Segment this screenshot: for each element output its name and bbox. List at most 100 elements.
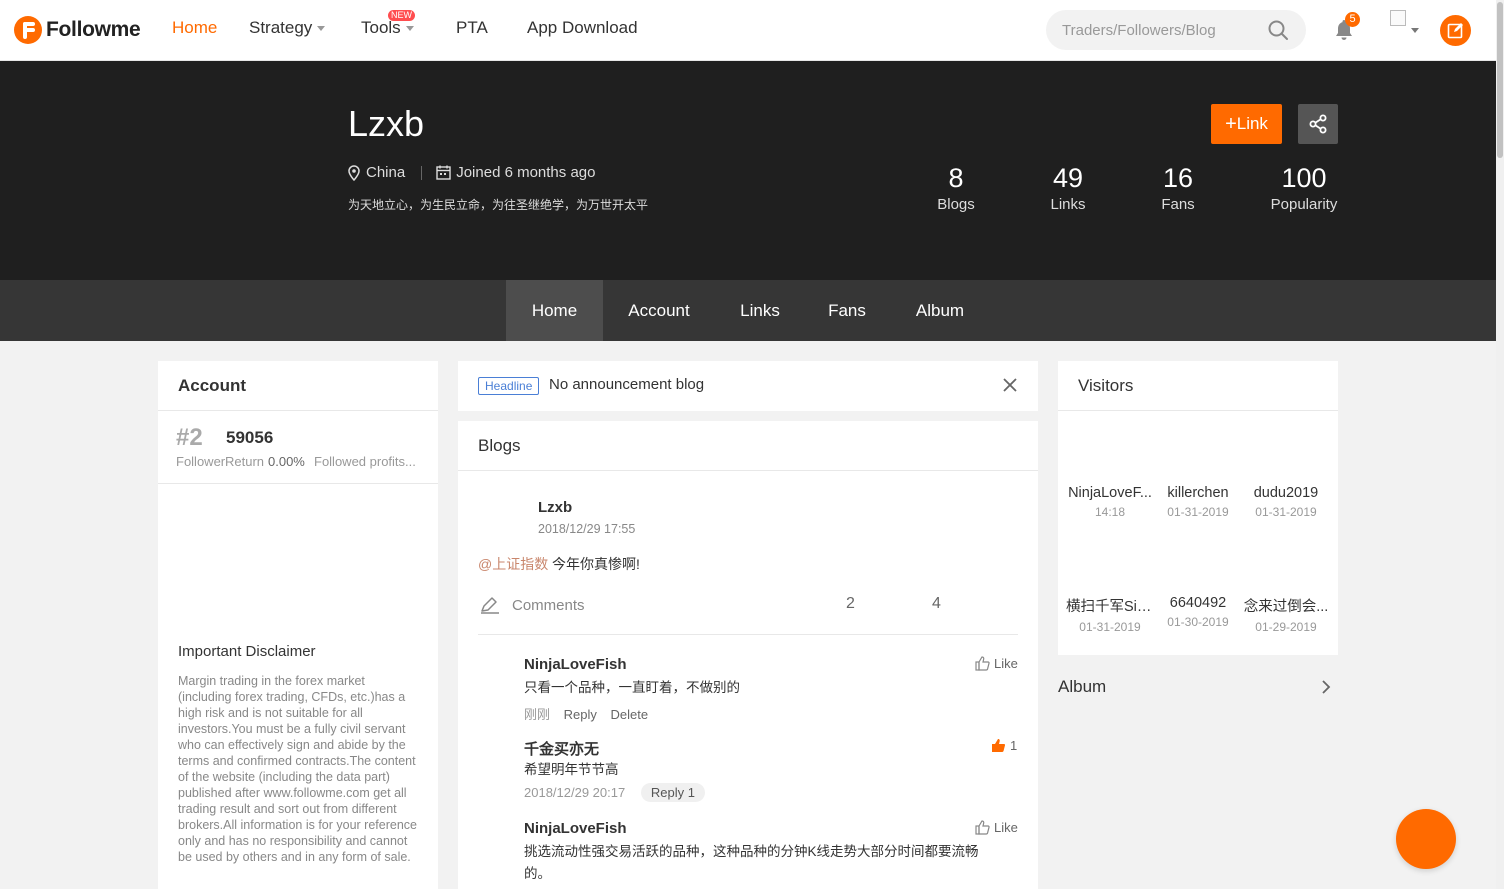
scrollbar-thumb[interactable] [1497, 2, 1503, 158]
comment-text: 挑选流动性强交易活跃的品种，这种品种的分钟K线走势大部分时间都要流畅的。 [524, 844, 979, 881]
visitor-name: NinjaLoveF... [1068, 485, 1152, 501]
tab-links[interactable]: Links [725, 280, 795, 341]
visitor-name: killerchen [1167, 485, 1229, 501]
visitor-item[interactable]: 横扫千军Sin... 01-31-2019 [1066, 595, 1154, 634]
album-title[interactable]: Album [1058, 677, 1106, 697]
visitor-item[interactable]: 念来过倒会... 01-29-2019 [1242, 595, 1330, 634]
like-count: 1 [1010, 738, 1018, 753]
comment-time: 刚刚 [524, 707, 551, 722]
nav-tools[interactable]: Tools [361, 18, 414, 38]
nav-pta[interactable]: PTA [456, 18, 488, 38]
post-count-b[interactable]: 4 [932, 595, 941, 613]
visitor-item[interactable]: 6640492 01-30-2019 [1154, 595, 1242, 629]
followme-logo[interactable]: Followme [14, 14, 141, 46]
share-icon [1309, 114, 1327, 134]
nav-app-download[interactable]: App Download [527, 18, 638, 38]
visitor-item[interactable]: killerchen 01-31-2019 [1154, 485, 1242, 519]
visitor-time: 14:18 [1094, 505, 1126, 519]
stat-label: Blogs [937, 196, 975, 213]
headline-bar: Headline No announcement blog [458, 361, 1038, 411]
divider [158, 410, 438, 411]
thumbs-up-filled-icon [992, 739, 1006, 752]
visitor-name: 念来过倒会... [1243, 599, 1329, 615]
plus-icon: + [1225, 112, 1237, 135]
like-button[interactable]: 1 [991, 738, 1017, 753]
tab-album[interactable]: Album [900, 280, 980, 341]
comment-author[interactable]: NinjaLoveFish [524, 820, 627, 837]
reply-button[interactable]: Reply [564, 707, 597, 722]
visitor-time: 01-31-2019 [1167, 505, 1229, 519]
comment-author[interactable]: NinjaLoveFish [524, 656, 627, 673]
stat-value: 49 [1052, 163, 1084, 193]
tab-account[interactable]: Account [615, 280, 703, 341]
search-input[interactable] [1062, 18, 1262, 42]
profile-tabs: Home Account Links Fans Album [0, 280, 1496, 341]
nav-strategy[interactable]: Strategy [249, 18, 326, 38]
visitor-item[interactable]: dudu2019 01-31-2019 [1242, 485, 1330, 519]
account-return-value: 0.00% [268, 454, 305, 469]
nav-home[interactable]: Home [172, 18, 217, 38]
divider [158, 483, 438, 484]
location-pin-icon [348, 164, 360, 181]
account-number[interactable]: 59056 [226, 428, 273, 448]
headline-text: No announcement blog [549, 376, 705, 393]
account-title: Account [178, 376, 246, 395]
chevron-down-icon[interactable] [1411, 28, 1419, 33]
profile-motto: 为天地立心，为生民立命，为往圣继绝学，为万世开太平 [348, 198, 649, 212]
stat-value: 8 [948, 163, 964, 193]
user-avatar[interactable] [1390, 10, 1406, 26]
post-author[interactable]: Lzxb [538, 499, 572, 516]
pencil-icon[interactable] [480, 596, 500, 614]
nav-strategy-label: Strategy [249, 18, 313, 37]
stat-value: 16 [1162, 163, 1194, 193]
stat-links[interactable]: 49 Links [1038, 161, 1098, 215]
floating-action-button[interactable] [1396, 809, 1456, 869]
visitor-item[interactable]: NinjaLoveF... 14:18 [1066, 485, 1154, 519]
post-mention-link[interactable]: @上证指数 [478, 554, 548, 574]
visitor-name: dudu2019 [1253, 485, 1319, 501]
account-rank: #2 [176, 424, 203, 451]
close-icon[interactable] [1003, 378, 1017, 392]
share-button[interactable] [1298, 104, 1338, 144]
stat-fans[interactable]: 16 Fans [1148, 161, 1208, 215]
profile-joined: Joined 6 months ago [456, 164, 596, 181]
comment-text: 希望明年节节高 [524, 762, 619, 777]
account-followed-profits: Followed profits... [314, 454, 416, 469]
account-return-label: Return [225, 454, 265, 469]
like-button[interactable]: Like [975, 656, 1018, 671]
link-button-label: Link [1236, 113, 1268, 133]
tab-fans[interactable]: Fans [817, 280, 877, 341]
stat-blogs[interactable]: 8 Blogs [926, 161, 986, 215]
search-icon[interactable] [1266, 18, 1290, 42]
stat-label: Fans [1161, 196, 1195, 213]
thumbs-up-icon [975, 820, 990, 835]
post-count-a[interactable]: 2 [846, 595, 855, 613]
new-badge: NEW [388, 10, 415, 21]
profile-name: Lzxb [348, 103, 425, 144]
link-button[interactable]: +Link [1211, 104, 1282, 144]
calendar-icon [436, 165, 451, 180]
stat-popularity[interactable]: 100 Popularity [1264, 161, 1344, 215]
delete-button[interactable]: Delete [611, 707, 649, 722]
edit-icon [1447, 23, 1463, 39]
chevron-right-icon[interactable] [1321, 679, 1331, 695]
like-button[interactable]: Like [975, 820, 1018, 835]
visitor-time: 01-31-2019 [1079, 620, 1141, 634]
chevron-down-icon [317, 26, 326, 32]
followme-logo-icon [14, 16, 42, 44]
comment-author[interactable]: 千金买亦无 [524, 738, 599, 759]
page-scrollbar[interactable] [1496, 0, 1504, 889]
stat-value: 100 [1281, 163, 1327, 193]
tab-home[interactable]: Home [506, 280, 603, 341]
comments-label[interactable]: Comments [512, 597, 585, 614]
visitors-title: Visitors [1078, 376, 1134, 395]
comment-meta: 2018/12/29 20:17 Reply 1 [524, 783, 705, 802]
like-label: Like [994, 656, 1018, 671]
visitor-name: 6640492 [1169, 595, 1227, 611]
write-post-button[interactable] [1440, 15, 1471, 46]
like-label: Like [994, 820, 1018, 835]
headline-tag: Headline [478, 377, 540, 395]
post-text: 今年你真惨啊! [552, 556, 640, 572]
profile-meta: China Joined 6 months ago [348, 164, 595, 181]
reply-count-button[interactable]: Reply 1 [640, 783, 705, 802]
